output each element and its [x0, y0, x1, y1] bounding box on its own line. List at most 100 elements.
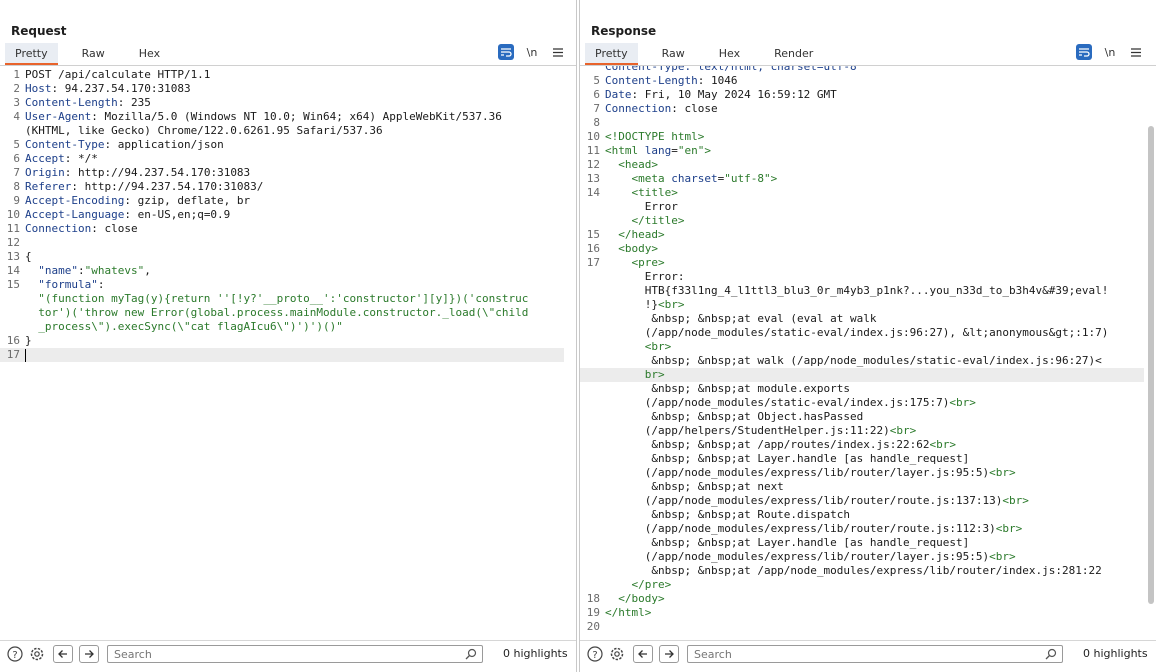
code-token: : 235: [117, 96, 151, 109]
highlights-count: 0 highlights: [503, 647, 568, 660]
code-line: 11 Connection: close: [0, 222, 564, 236]
word-wrap-icon[interactable]: [498, 44, 514, 60]
code-text: }: [25, 334, 32, 348]
gear-icon[interactable]: [27, 644, 47, 664]
code-line: 10 <!DOCTYPE html>: [580, 130, 1144, 144]
line-number: 16: [6, 334, 20, 347]
svg-text:?: ?: [592, 650, 597, 661]
code-token: POST /api/calculate HTTP/1.1: [25, 68, 211, 81]
code-text: <pre>: [605, 256, 665, 270]
tab-pretty[interactable]: Pretty: [585, 43, 638, 65]
line-number: 15: [586, 228, 600, 241]
code-text: Referer: http://94.237.54.170:31083/: [25, 180, 263, 194]
code-token: (/app/node_modules/static-eval/index.js:…: [605, 396, 950, 409]
code-token: <br>: [949, 396, 976, 409]
arrow-right-icon[interactable]: [79, 644, 99, 663]
code-line: &nbsp; &nbsp;at walk (/app/node_modules/…: [580, 354, 1144, 368]
line-number: 10: [6, 208, 20, 221]
search-input[interactable]: [114, 647, 454, 661]
newline-icon[interactable]: \n: [1102, 44, 1118, 60]
code-line: 14 "name":"whatevs",: [0, 264, 564, 278]
code-text: Accept-Language: en-US,en;q=0.9: [25, 208, 230, 222]
code-token: : application/json: [104, 138, 224, 151]
code-token: <br>: [644, 340, 672, 353]
request-panel: Request Pretty Raw Hex \n 1 POST /api/cal…: [0, 0, 577, 672]
line-number: 12: [6, 236, 20, 249]
tab-raw[interactable]: Raw: [72, 43, 115, 65]
code-token: Accept-Language: [25, 208, 125, 221]
code-token: lang: [644, 144, 672, 157]
code-token: &nbsp; &nbsp;at module.exports: [605, 382, 851, 395]
arrow-right-icon[interactable]: [659, 644, 679, 663]
code-token: &nbsp; &nbsp;at Layer.handle [as handle_…: [605, 452, 970, 465]
word-wrap-icon[interactable]: [1076, 44, 1092, 60]
code-token: tor')('throw new Error(global.process.ma…: [25, 306, 529, 319]
help-icon[interactable]: ?: [5, 644, 25, 664]
code-token: :: [97, 278, 105, 291]
code-line: (/app/node_modules/express/lib/router/la…: [580, 550, 1144, 564]
code-text: <head>: [605, 158, 658, 172]
code-line: 8: [580, 116, 1144, 130]
tab-hex[interactable]: Hex: [709, 43, 750, 65]
response-editor[interactable]: Content-Type: text/html; charset=utf-8 5 C…: [580, 66, 1156, 636]
request-editor[interactable]: 1 POST /api/calculate HTTP/1.1 2 Host: 94.2…: [0, 66, 576, 636]
code-text: &nbsp; &nbsp;at module.exports: [605, 382, 850, 396]
text-caret: [25, 348, 26, 362]
tab-pretty[interactable]: Pretty: [5, 43, 58, 65]
code-token: (KHTML, like Gecko) Chrome/122.0.6261.95…: [25, 124, 383, 137]
code-line: (/app/helpers/StudentHelper.js:11:22)<br…: [580, 424, 1144, 438]
code-line: 2 Host: 94.237.54.170:31083: [0, 82, 564, 96]
code-token: Error:: [605, 270, 685, 283]
gear-icon[interactable]: [607, 644, 627, 664]
arrow-left-icon[interactable]: [633, 644, 653, 663]
code-token: Content-Type: text/html; charset=utf-8: [605, 66, 857, 73]
code-line: 6 Date: Fri, 10 May 2024 16:59:12 GMT: [580, 88, 1144, 102]
code-text: Host: 94.237.54.170:31083: [25, 82, 191, 96]
line-number: 17: [6, 348, 20, 361]
code-line: (/app/node_modules/express/lib/router/ro…: [580, 494, 1144, 508]
response-tabs: Pretty Raw Hex Render: [585, 43, 837, 65]
code-token: &nbsp; &nbsp;at Object.hasPassed: [605, 410, 864, 423]
code-text: &nbsp; &nbsp;at walk (/app/node_modules/…: [605, 354, 1102, 368]
code-text: <br>: [605, 340, 672, 354]
code-token: <br>: [1002, 494, 1029, 507]
newline-icon[interactable]: \n: [524, 44, 540, 60]
code-token: : 1046: [697, 74, 738, 87]
help-icon[interactable]: ?: [585, 644, 605, 664]
code-token: &nbsp; &nbsp;at walk (/app/node_modules/…: [605, 354, 1102, 367]
line-number: 8: [13, 180, 20, 193]
request-title: Request: [11, 24, 67, 38]
tab-render[interactable]: Render: [764, 43, 823, 65]
code-line: &nbsp; &nbsp;at Route.dispatch: [580, 508, 1144, 522]
code-token: :: [78, 264, 85, 277]
code-text: "formula":: [25, 278, 104, 292]
search-input[interactable]: [694, 647, 1034, 661]
line-number: 7: [13, 166, 20, 179]
code-token: : Mozilla/5.0 (Windows NT 10.0; Win64; x…: [91, 110, 502, 123]
request-tabs: Pretty Raw Hex: [5, 43, 184, 65]
tab-hex[interactable]: Hex: [129, 43, 170, 65]
code-line: Error:: [580, 270, 1144, 284]
menu-icon[interactable]: [1128, 44, 1144, 60]
code-line: 7 Connection: close: [580, 102, 1144, 116]
arrow-left-icon[interactable]: [53, 644, 73, 663]
highlights-count: 0 highlights: [1083, 647, 1148, 660]
line-number: 17: [586, 256, 600, 269]
code-line: &nbsp; &nbsp;at Object.hasPassed: [580, 410, 1144, 424]
code-token: Content-Type: [25, 138, 105, 151]
line-number: 19: [586, 606, 600, 619]
response-scrollbar[interactable]: [1148, 126, 1154, 604]
code-text: <meta charset="utf-8">: [605, 172, 778, 186]
code-token: Origin: [25, 166, 65, 179]
code-text: &nbsp; &nbsp;at Layer.handle [as handle_…: [605, 452, 969, 466]
code-text: HTB{f33l1ng_4_l1ttl3_blu3_0r_m4yb3_p1nk?…: [605, 284, 1109, 298]
code-line: 15 </head>: [580, 228, 1144, 242]
code-text: </title>: [605, 214, 685, 228]
code-token: : 94.237.54.170:31083: [51, 82, 191, 95]
code-line: !}<br>: [580, 298, 1144, 312]
code-line: 16}: [0, 334, 564, 348]
tab-raw[interactable]: Raw: [652, 43, 695, 65]
menu-icon[interactable]: [550, 44, 566, 60]
